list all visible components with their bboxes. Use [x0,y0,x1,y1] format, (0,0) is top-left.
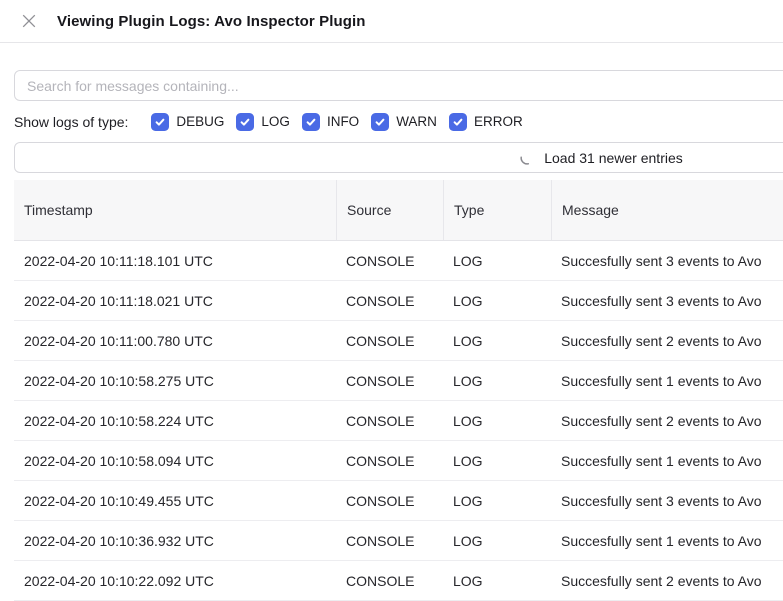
cell-message: Succesfully sent 2 events to Avo [551,333,783,349]
cell-message: Succesfully sent 3 events to Avo [551,253,783,269]
cell-timestamp: 2022-04-20 10:11:18.101 UTC [14,253,336,269]
column-header-source: Source [336,180,443,240]
cell-type: LOG [443,573,551,589]
log-type-filter-item[interactable]: DEBUG [151,113,224,131]
log-type-filter-item[interactable]: ERROR [449,113,523,131]
checkbox-checked-icon[interactable] [151,113,169,131]
content-area: Show logs of type: DEBUG LOG [14,70,783,601]
column-header-timestamp: Timestamp [14,180,336,240]
x-close-icon [22,14,36,28]
cell-timestamp: 2022-04-20 10:10:58.094 UTC [14,453,336,469]
search-input[interactable] [14,70,783,101]
loading-spinner-icon [519,150,535,166]
column-header-message: Message [551,180,783,240]
log-type-filter-item[interactable]: LOG [236,113,290,131]
cell-message: Succesfully sent 1 events to Avo [551,373,783,389]
cell-timestamp: 2022-04-20 10:11:18.021 UTC [14,293,336,309]
cell-source: CONSOLE [336,573,443,589]
page-title: Viewing Plugin Logs: Avo Inspector Plugi… [57,13,366,30]
cell-source: CONSOLE [336,533,443,549]
checkmark-icon [452,116,464,128]
column-header-type: Type [443,180,551,240]
cell-message: Succesfully sent 2 events to Avo [551,573,783,589]
table-row[interactable]: 2022-04-20 10:11:18.021 UTC CONSOLE LOG … [14,281,783,321]
checkbox-checked-icon[interactable] [449,113,467,131]
cell-type: LOG [443,253,551,269]
table-row[interactable]: 2022-04-20 10:10:58.224 UTC CONSOLE LOG … [14,401,783,441]
logs-table: Timestamp Source Type Message 2022-04-20… [14,180,783,601]
checkbox-checked-icon[interactable] [302,113,320,131]
log-type-filter-row: Show logs of type: DEBUG LOG [14,112,783,131]
cell-timestamp: 2022-04-20 10:10:58.275 UTC [14,373,336,389]
cell-type: LOG [443,293,551,309]
cell-message: Succesfully sent 3 events to Avo [551,493,783,509]
checkbox-label: DEBUG [176,114,224,129]
cell-source: CONSOLE [336,253,443,269]
table-row[interactable]: 2022-04-20 10:11:00.780 UTC CONSOLE LOG … [14,321,783,361]
titlebar: Viewing Plugin Logs: Avo Inspector Plugi… [0,0,783,43]
cell-timestamp: 2022-04-20 10:10:49.455 UTC [14,493,336,509]
cell-timestamp: 2022-04-20 10:10:36.932 UTC [14,533,336,549]
table-row[interactable]: 2022-04-20 10:10:58.275 UTC CONSOLE LOG … [14,361,783,401]
cell-type: LOG [443,333,551,349]
cell-timestamp: 2022-04-20 10:10:58.224 UTC [14,413,336,429]
table-row[interactable]: 2022-04-20 10:10:49.455 UTC CONSOLE LOG … [14,481,783,521]
filter-label: Show logs of type: [14,114,128,130]
checkmark-icon [305,116,317,128]
cell-timestamp: 2022-04-20 10:10:22.092 UTC [14,573,336,589]
checkmark-icon [239,116,251,128]
cell-message: Succesfully sent 2 events to Avo [551,413,783,429]
checkbox-label: LOG [261,114,290,129]
checkbox-label: WARN [396,114,437,129]
table-body: 2022-04-20 10:11:18.101 UTC CONSOLE LOG … [14,241,783,601]
cell-message: Succesfully sent 1 events to Avo [551,533,783,549]
table-row[interactable]: 2022-04-20 10:10:36.932 UTC CONSOLE LOG … [14,521,783,561]
cell-message: Succesfully sent 1 events to Avo [551,453,783,469]
table-row[interactable]: 2022-04-20 10:11:18.101 UTC CONSOLE LOG … [14,241,783,281]
close-icon[interactable] [22,14,36,28]
cell-source: CONSOLE [336,333,443,349]
cell-source: CONSOLE [336,493,443,509]
load-button-label: Load 31 newer entries [544,150,683,166]
table-row[interactable]: 2022-04-20 10:10:58.094 UTC CONSOLE LOG … [14,441,783,481]
table-header-row: Timestamp Source Type Message [14,180,783,241]
cell-type: LOG [443,413,551,429]
table-row[interactable]: 2022-04-20 10:10:22.092 UTC CONSOLE LOG … [14,561,783,601]
checkbox-checked-icon[interactable] [371,113,389,131]
cell-source: CONSOLE [336,413,443,429]
cell-source: CONSOLE [336,453,443,469]
checkmark-icon [154,116,166,128]
cell-type: LOG [443,533,551,549]
checkbox-checked-icon[interactable] [236,113,254,131]
cell-source: CONSOLE [336,293,443,309]
checkbox-label: ERROR [474,114,523,129]
plugin-logs-view: Viewing Plugin Logs: Avo Inspector Plugi… [0,0,783,601]
log-type-filter-item[interactable]: WARN [371,113,437,131]
cell-message: Succesfully sent 3 events to Avo [551,293,783,309]
checkbox-label: INFO [327,114,359,129]
load-newer-entries-button[interactable]: Load 31 newer entries [14,142,783,173]
checkmark-icon [374,116,386,128]
cell-source: CONSOLE [336,373,443,389]
cell-type: LOG [443,373,551,389]
cell-type: LOG [443,453,551,469]
log-type-filter-item[interactable]: INFO [302,113,359,131]
cell-timestamp: 2022-04-20 10:11:00.780 UTC [14,333,336,349]
cell-type: LOG [443,493,551,509]
